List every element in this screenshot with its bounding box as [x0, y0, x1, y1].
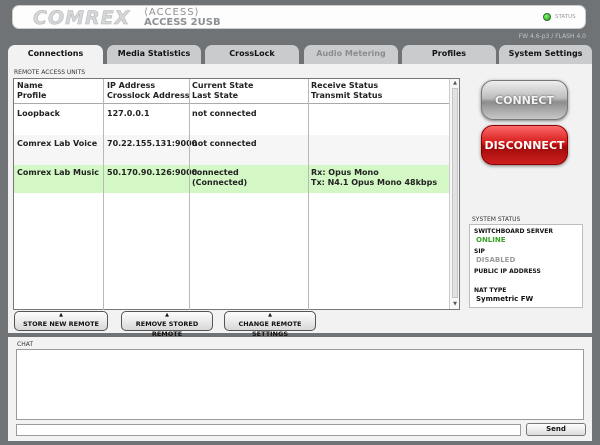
nat-type-value: Symmetric FW [476, 295, 534, 303]
column-divider [189, 79, 190, 310]
chat-log [16, 349, 584, 420]
nat-type-label: NAT TYPE [474, 287, 507, 294]
row-state: not connected [192, 109, 257, 118]
table-row[interactable]: Loopback 127.0.0.1 not connected [14, 105, 451, 135]
tab-system-settings[interactable]: System Settings [499, 45, 592, 64]
product-model: ACCESS 2USB [144, 17, 221, 28]
header-bar: COMREX ⟨ACCESS⟩ ACCESS 2USB STATUS [12, 5, 586, 29]
sip-value: DISABLED [476, 256, 516, 264]
row-ip: 50.170.90.126:9000 [107, 168, 198, 177]
table-scrollbar[interactable]: ▲ ▼ [449, 79, 459, 309]
header-receive-status: Receive Status Transmit Status [311, 81, 383, 100]
disconnect-button[interactable]: DISCONNECT [481, 125, 568, 165]
remote-units-table: Name Profile IP Address Crosslock Address … [13, 78, 460, 310]
remove-stored-remote-button[interactable]: ▲ REMOVE STORED REMOTE [121, 311, 213, 338]
row-state: connected (Connected) [192, 168, 248, 187]
tab-bar: Connections Media Statistics CrossLock A… [8, 45, 592, 65]
tab-connections[interactable]: Connections [8, 45, 103, 65]
remote-units-label: REMOTE ACCESS UNITS [14, 69, 86, 76]
column-divider [103, 79, 104, 310]
switchboard-label: SWITCHBOARD SERVER [474, 228, 553, 235]
chat-label: CHAT [17, 341, 34, 348]
header-name-profile: Name Profile [17, 81, 47, 100]
triangle-up-icon: ▲ [268, 312, 272, 318]
column-divider [308, 79, 309, 310]
table-header: Name Profile IP Address Crosslock Address … [14, 79, 451, 104]
scroll-thumb[interactable] [452, 88, 458, 298]
connections-panel: REMOTE ACCESS UNITS Name Profile IP Addre… [8, 64, 592, 338]
scroll-down-icon[interactable]: ▼ [451, 301, 459, 308]
triangle-up-icon: ▲ [165, 312, 169, 318]
header-ip-address: IP Address Crosslock Address [107, 81, 190, 100]
row-state: not connected [192, 139, 257, 148]
row-name: Comrex Lab Music [17, 168, 99, 177]
app-frame: COMREX ⟨ACCESS⟩ ACCESS 2USB STATUS FW 4.… [0, 0, 600, 445]
tab-crosslock[interactable]: CrossLock [205, 45, 299, 64]
triangle-up-icon: ▲ [59, 312, 63, 318]
store-new-remote-button[interactable]: ▲ STORE NEW REMOTE [14, 311, 108, 331]
tab-media-statistics[interactable]: Media Statistics [107, 45, 201, 64]
system-status-panel: SWITCHBOARD SERVER ONLINE SIP DISABLED P… [469, 224, 583, 308]
header-current-state: Current State Last State [192, 81, 254, 100]
send-button[interactable]: Send [526, 423, 586, 436]
sip-label: SIP [474, 248, 485, 255]
product-brand: ⟨ACCESS⟩ ACCESS 2USB [144, 8, 221, 28]
row-name: Comrex Lab Voice [17, 139, 98, 148]
row-name: Loopback [17, 109, 61, 118]
firmware-version: FW 4.6-p3 / FLASH 4.0 [518, 33, 586, 40]
scroll-up-icon[interactable]: ▲ [451, 80, 459, 87]
table-row[interactable]: Comrex Lab Voice 70.22.155.131:9000 not … [14, 135, 451, 165]
chat-input[interactable] [16, 424, 521, 436]
status-led-icon [543, 13, 551, 21]
tab-audio-metering: Audio Metering [304, 45, 398, 64]
public-ip-label: PUBLIC IP ADDRESS [474, 268, 541, 275]
table-row-connected[interactable]: Comrex Lab Music 50.170.90.126:9000 conn… [14, 165, 451, 193]
switchboard-value: ONLINE [476, 236, 506, 244]
status-label: STATUS [555, 14, 576, 20]
connect-button[interactable]: CONNECT [481, 80, 568, 120]
change-remote-settings-button[interactable]: ▲ CHANGE REMOTE SETTINGS [224, 311, 316, 338]
row-ip: 70.22.155.131:9000 [107, 139, 198, 148]
comrex-logo: COMREX [33, 7, 131, 30]
row-status: Rx: Opus Mono Tx: N4.1 Opus Mono 48kbps [311, 168, 438, 187]
chat-panel: CHAT Send [8, 337, 592, 441]
system-status-label: SYSTEM STATUS [472, 216, 521, 223]
row-ip: 127.0.0.1 [107, 109, 150, 118]
tab-profiles[interactable]: Profiles [402, 45, 496, 64]
